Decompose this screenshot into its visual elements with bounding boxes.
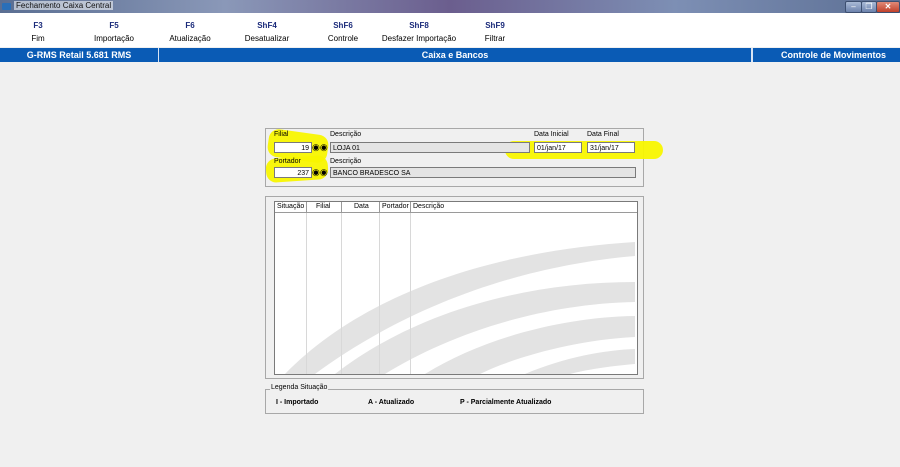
watermark-logo: [285, 242, 635, 374]
section-title: Caixa e Bancos: [159, 48, 752, 62]
shortcut-key: ShF4: [257, 21, 277, 30]
function-key-toolbar: F3 Fim F5 Importação F6 Atualização ShF4…: [0, 13, 900, 47]
filtrar-button[interactable]: ShF9 Filtrar: [465, 21, 525, 43]
filial-label: Filial: [274, 131, 289, 138]
column-divider: [341, 202, 342, 374]
data-final-input[interactable]: 31/jan/17: [587, 142, 635, 153]
shortcut-key: F6: [185, 21, 195, 30]
grid-header: Situação Filial Data Portador Descrição: [275, 202, 637, 213]
column-header-portador[interactable]: Portador: [380, 202, 411, 212]
module-title: Controle de Movimentos: [752, 48, 900, 62]
data-final-label: Data Final: [587, 131, 619, 138]
close-button[interactable]: ✕: [876, 1, 900, 13]
button-label: Desfazer Importação: [381, 34, 457, 43]
movements-grid[interactable]: Situação Filial Data Portador Descrição: [274, 201, 638, 375]
button-label: Fim: [31, 34, 45, 43]
shortcut-key: F3: [33, 21, 43, 30]
portador-label: Portador: [274, 158, 301, 165]
data-inicial-input[interactable]: 01/jan/17: [534, 142, 582, 153]
shortcut-key: ShF9: [485, 21, 505, 30]
window-title: Fechamento Caixa Central: [14, 1, 114, 10]
restore-button[interactable]: ❐: [861, 1, 877, 13]
button-label: Controle: [327, 34, 359, 43]
window-title-bar: Fechamento Caixa Central – ❐ ✕: [0, 0, 900, 13]
legend-item-atualizado: A - Atualizado: [368, 399, 415, 406]
system-name: G-RMS Retail 5.681 RMS: [0, 48, 159, 62]
shortcut-key: ShF8: [409, 21, 429, 30]
shortcut-key: F5: [109, 21, 119, 30]
legend-item-parcial: P - Parcialmente Atualizado: [460, 399, 552, 406]
filial-input[interactable]: 19: [274, 142, 312, 153]
portador-descricao-label: Descrição: [330, 158, 362, 165]
importacao-button[interactable]: F5 Importação: [84, 21, 144, 43]
button-label: Atualização: [169, 34, 211, 43]
minimize-button[interactable]: –: [845, 1, 862, 13]
atualizacao-button[interactable]: F6 Atualização: [160, 21, 220, 43]
header-band: G-RMS Retail 5.681 RMS Caixa e Bancos Co…: [0, 48, 900, 62]
binoculars-icon[interactable]: ◉◉: [312, 167, 328, 178]
column-divider: [379, 202, 380, 374]
button-label: Desatualizar: [244, 34, 290, 43]
descricao-label: Descrição: [330, 131, 362, 138]
portador-descricao-field: BANCO BRADESCO SA: [330, 167, 636, 178]
legend-item-importado: I - Importado: [276, 399, 319, 406]
legend-panel: [265, 389, 644, 414]
controle-button[interactable]: ShF6 Controle: [313, 21, 373, 43]
legend-title: Legenda Situação: [270, 384, 329, 391]
button-label: Importação: [93, 34, 135, 43]
column-header-filial[interactable]: Filial: [307, 202, 342, 212]
portador-input[interactable]: 237: [274, 167, 312, 178]
column-divider: [306, 202, 307, 374]
app-icon: [2, 3, 11, 10]
binoculars-icon[interactable]: ◉◉: [312, 142, 328, 153]
shortcut-key: ShF6: [333, 21, 353, 30]
column-divider: [410, 202, 411, 374]
column-header-data[interactable]: Data: [342, 202, 380, 212]
data-inicial-label: Data Inicial: [534, 131, 569, 138]
button-label: Filtrar: [484, 34, 506, 43]
filial-descricao-field: LOJA 01: [330, 142, 530, 153]
desatualizar-button[interactable]: ShF4 Desatualizar: [237, 21, 297, 43]
column-header-descricao[interactable]: Descrição: [411, 202, 637, 212]
desfazer-importacao-button[interactable]: ShF8 Desfazer Importação: [374, 21, 464, 43]
fim-button[interactable]: F3 Fim: [8, 21, 68, 43]
column-header-situacao[interactable]: Situação: [275, 202, 307, 212]
